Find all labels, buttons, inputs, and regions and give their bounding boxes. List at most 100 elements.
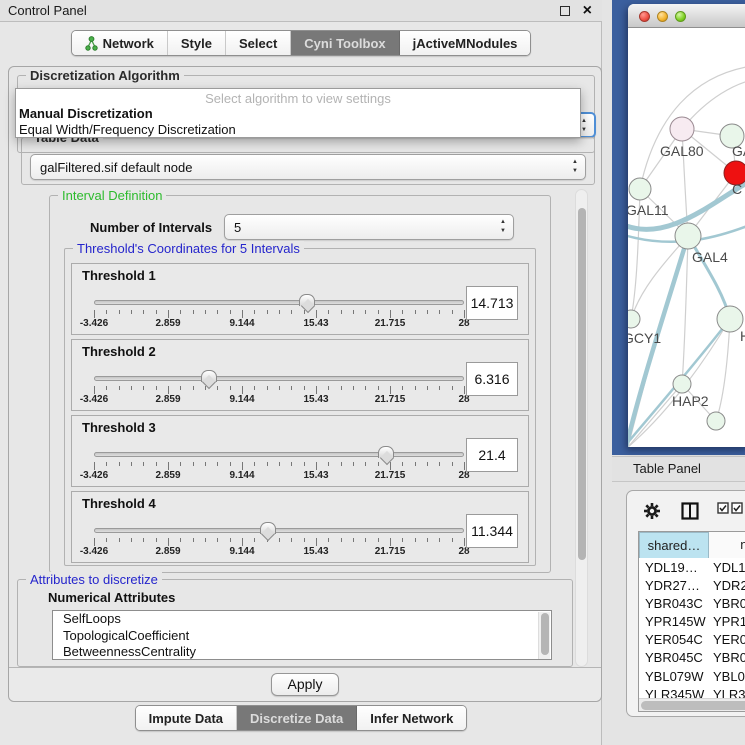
top-tab-bar: Network Style Select Cyni Toolbox jActiv… bbox=[0, 30, 602, 56]
list-scrollbar[interactable] bbox=[538, 612, 550, 660]
table-row[interactable]: YBR045C YBR0… bbox=[639, 650, 745, 668]
attribute-list-item[interactable]: BetweennessCentrality bbox=[53, 644, 551, 660]
network-node-label: GAL80 bbox=[660, 143, 704, 159]
window-zoom-icon[interactable] bbox=[675, 11, 686, 22]
slider-track[interactable] bbox=[94, 300, 464, 305]
window-minimize-icon[interactable] bbox=[657, 11, 668, 22]
network-node[interactable] bbox=[628, 310, 640, 328]
tick-mark bbox=[353, 462, 354, 466]
close-icon[interactable]: × bbox=[583, 1, 592, 21]
threshold-slider[interactable]: -3.4262.8599.14415.4321.71528 bbox=[94, 294, 464, 332]
columns-icon[interactable] bbox=[681, 502, 699, 520]
tab[interactable]: Infer Network bbox=[357, 706, 466, 730]
scrollbar-thumb[interactable] bbox=[578, 208, 586, 560]
tick-mark bbox=[254, 462, 255, 466]
checkbox-checked-icon[interactable] bbox=[717, 502, 729, 514]
tab[interactable]: Select bbox=[226, 31, 291, 55]
network-node[interactable] bbox=[675, 223, 701, 249]
tick-mark bbox=[439, 386, 440, 390]
table-row[interactable]: YDR27… YDR2… bbox=[639, 578, 745, 596]
tick-mark bbox=[365, 538, 366, 542]
column-header-shared-name[interactable]: shared… bbox=[639, 532, 709, 558]
scrollbar-thumb[interactable] bbox=[641, 701, 745, 710]
threshold-value-field[interactable]: 11.344 bbox=[466, 514, 518, 548]
network-window-titlebar[interactable] bbox=[628, 4, 745, 28]
table-row[interactable]: YDL19… YDL1… bbox=[639, 560, 745, 578]
tab[interactable]: Discretize Data bbox=[237, 706, 357, 730]
table-row[interactable]: YER054C YER0… bbox=[639, 632, 745, 650]
control-panel-titlebar: Control Panel × bbox=[0, 0, 602, 22]
checkbox-checked-icon[interactable] bbox=[731, 502, 743, 514]
network-node[interactable] bbox=[707, 412, 725, 430]
tab[interactable]: Style bbox=[168, 31, 226, 55]
slider-thumb[interactable] bbox=[201, 370, 217, 382]
table-panel-titlebar: Table Panel bbox=[612, 456, 745, 482]
slider-track[interactable] bbox=[94, 528, 464, 533]
threshold-value-field[interactable]: 21.4 bbox=[466, 438, 518, 472]
gear-icon[interactable] bbox=[643, 502, 661, 520]
tick-mark bbox=[328, 386, 329, 390]
scrollbar-thumb[interactable] bbox=[541, 613, 549, 655]
panel-scrollbar[interactable] bbox=[575, 189, 588, 667]
tab[interactable]: Impute Data bbox=[136, 706, 237, 730]
number-of-intervals-combobox[interactable]: 5 ▲▼ bbox=[224, 214, 514, 240]
tick-mark bbox=[402, 310, 403, 314]
tab[interactable]: Cyni Toolbox bbox=[291, 31, 399, 55]
table-row[interactable]: YPR145W YPR1… bbox=[639, 614, 745, 632]
tick-label: -3.426 bbox=[80, 318, 108, 329]
combo-stepper-icon[interactable]: ▲▼ bbox=[572, 158, 578, 176]
table-row[interactable]: YBL079W YBL0… bbox=[639, 669, 745, 687]
slider-ticks bbox=[94, 538, 464, 546]
threshold-slider[interactable]: -3.4262.8599.14415.4321.71528 bbox=[94, 446, 464, 484]
network-view-window[interactable]: GAL80GACGAL11GAL4GCY1HHAP2 bbox=[628, 4, 745, 447]
threshold-panel: Threshold 2 -3.4262.8599.14415.4321.7152… bbox=[71, 339, 529, 411]
tick-mark bbox=[205, 462, 206, 466]
tab[interactable]: Network bbox=[72, 31, 168, 55]
slider-thumb[interactable] bbox=[299, 294, 315, 306]
tick-mark bbox=[353, 538, 354, 542]
group-title: Discretization Algorithm bbox=[26, 68, 184, 83]
table-hscrollbar[interactable] bbox=[639, 698, 745, 711]
tick-mark bbox=[304, 310, 305, 314]
slider-tick-labels: -3.4262.8599.14415.4321.71528 bbox=[94, 318, 464, 330]
tick-mark bbox=[452, 386, 453, 390]
tick-mark bbox=[402, 386, 403, 390]
network-node-label: C bbox=[732, 181, 742, 197]
threshold-value-field[interactable]: 6.316 bbox=[466, 362, 518, 396]
table-row[interactable]: YBR043C YBR0… bbox=[639, 596, 745, 614]
slider-thumb[interactable] bbox=[378, 446, 394, 458]
dropdown-item-equal-width[interactable]: Equal Width/Frequency Discretization bbox=[19, 122, 236, 137]
tick-mark bbox=[304, 386, 305, 390]
tab[interactable]: jActiveMNodules bbox=[400, 31, 531, 55]
attribute-list-item[interactable]: SelfLoops bbox=[53, 611, 551, 628]
table-data-combobox[interactable]: galFiltered.sif default node ▲▼ bbox=[30, 154, 586, 180]
tick-mark bbox=[378, 538, 379, 542]
tick-mark bbox=[279, 310, 280, 314]
attributes-list[interactable]: SelfLoopsTopologicalCoefficientBetweenne… bbox=[52, 610, 552, 660]
threshold-slider[interactable]: -3.4262.8599.14415.4321.71528 bbox=[94, 522, 464, 560]
column-header-name[interactable]: na… bbox=[709, 532, 745, 558]
dropdown-item-manual[interactable]: Manual Discretization bbox=[19, 106, 153, 121]
network-node[interactable] bbox=[670, 117, 694, 141]
apply-button[interactable]: Apply bbox=[271, 673, 339, 696]
slider-track[interactable] bbox=[94, 376, 464, 381]
network-canvas[interactable]: GAL80GACGAL11GAL4GCY1HHAP2 bbox=[628, 29, 745, 447]
network-node[interactable] bbox=[673, 375, 691, 393]
threshold-slider[interactable]: -3.4262.8599.14415.4321.71528 bbox=[94, 370, 464, 408]
tick-mark bbox=[464, 310, 465, 318]
float-window-icon[interactable] bbox=[560, 6, 570, 16]
threshold-value-field[interactable]: 14.713 bbox=[466, 286, 518, 320]
tick-mark bbox=[353, 310, 354, 314]
tick-mark bbox=[452, 310, 453, 314]
network-node[interactable] bbox=[629, 178, 651, 200]
tick-mark bbox=[131, 310, 132, 314]
slider-track[interactable] bbox=[94, 452, 464, 457]
combo-stepper-icon[interactable]: ▲▼ bbox=[581, 117, 587, 135]
slider-thumb[interactable] bbox=[260, 522, 276, 534]
tick-mark bbox=[341, 310, 342, 314]
table-panel-card: shared… na… YDL19… YDL1… YDR27… YDR2… YB… bbox=[626, 490, 745, 717]
combo-stepper-icon[interactable]: ▲▼ bbox=[500, 218, 506, 236]
window-close-icon[interactable] bbox=[639, 11, 650, 22]
attribute-list-item[interactable]: TopologicalCoefficient bbox=[53, 628, 551, 645]
tick-mark bbox=[464, 538, 465, 546]
